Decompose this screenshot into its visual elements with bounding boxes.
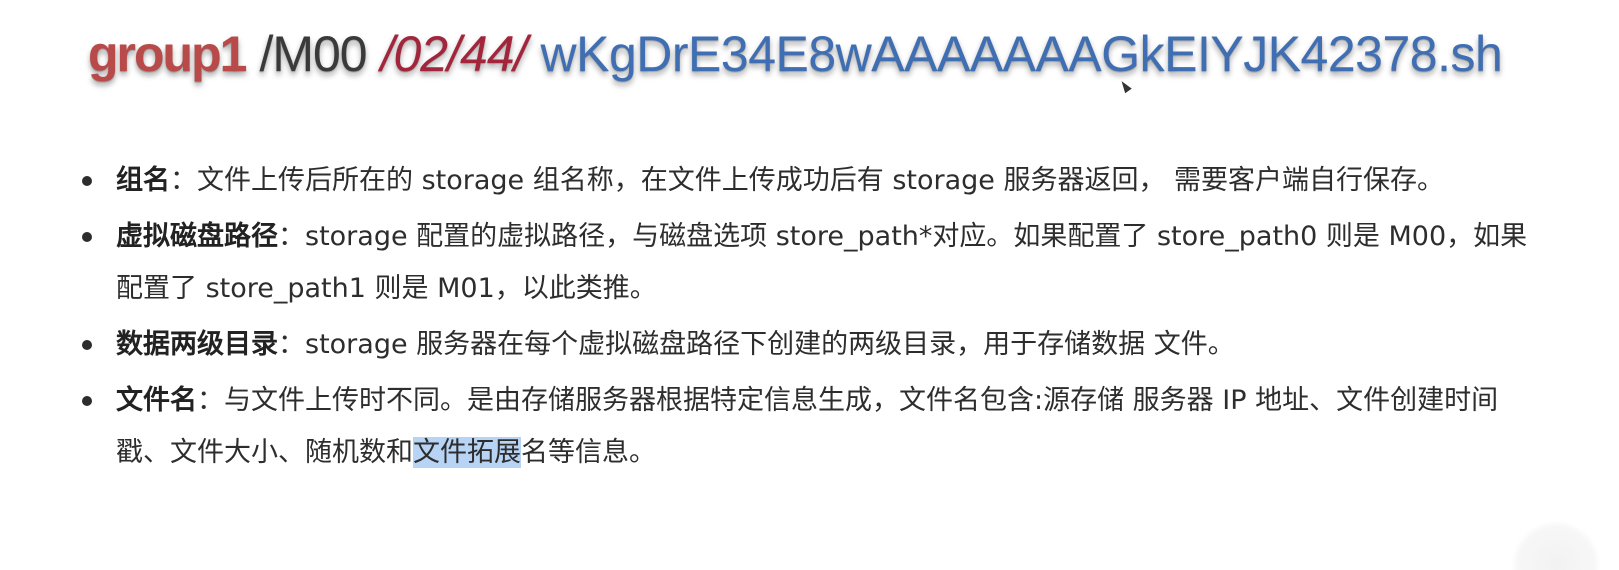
term-label: 组名 (116, 165, 170, 196)
file-path-banner: group1 /M00 /02/44/ wKgDrE34E8wAAAAAAAGk… (88, 14, 1503, 94)
list-item-group-name: 组名：文件上传后所在的 storage 组名称，在文件上传成功后有 storag… (80, 155, 1550, 207)
term-description-tail: 名等信息。 (521, 437, 656, 468)
term-label: 虚拟磁盘路径 (116, 221, 278, 252)
term-description: ：文件上传后所在的 storage 组名称，在文件上传成功后有 storage … (170, 165, 1445, 196)
term-description: ：storage 服务器在每个虚拟磁盘路径下创建的两级目录，用于存储数据 文件。 (278, 329, 1235, 360)
list-item-two-level-directory: 数据两级目录：storage 服务器在每个虚拟磁盘路径下创建的两级目录，用于存储… (80, 319, 1550, 371)
path-disk-segment: /M00 (259, 26, 367, 82)
term-description: ：与文件上传时不同。是由存储服务器根据特定信息生成，文件名包含:源存储 服务器 … (116, 385, 1499, 468)
selected-text-highlight[interactable]: 文件拓展 (413, 437, 521, 468)
description-list: 组名：文件上传后所在的 storage 组名称，在文件上传成功后有 storag… (80, 155, 1550, 483)
term-label: 数据两级目录 (116, 329, 278, 360)
list-item-file-name: 文件名：与文件上传时不同。是由存储服务器根据特定信息生成，文件名包含:源存储 服… (80, 375, 1550, 479)
term-label: 文件名 (116, 385, 197, 416)
path-dirs-segment: /02/44/ (380, 26, 528, 82)
path-filename-segment: wKgDrE34E8wAAAAAAAGkEIYJK42378.sh (540, 26, 1503, 82)
list-item-virtual-disk-path: 虚拟磁盘路径：storage 配置的虚拟路径，与磁盘选项 store_path*… (80, 211, 1550, 315)
term-description: ：storage 配置的虚拟路径，与磁盘选项 store_path*对应。如果配… (116, 221, 1528, 304)
bullet-icon (82, 340, 92, 350)
watermark-icon (1511, 520, 1601, 570)
bullet-icon (82, 176, 92, 186)
path-group-segment: group1 (88, 26, 247, 82)
bullet-icon (82, 396, 92, 406)
bullet-icon (82, 232, 92, 242)
